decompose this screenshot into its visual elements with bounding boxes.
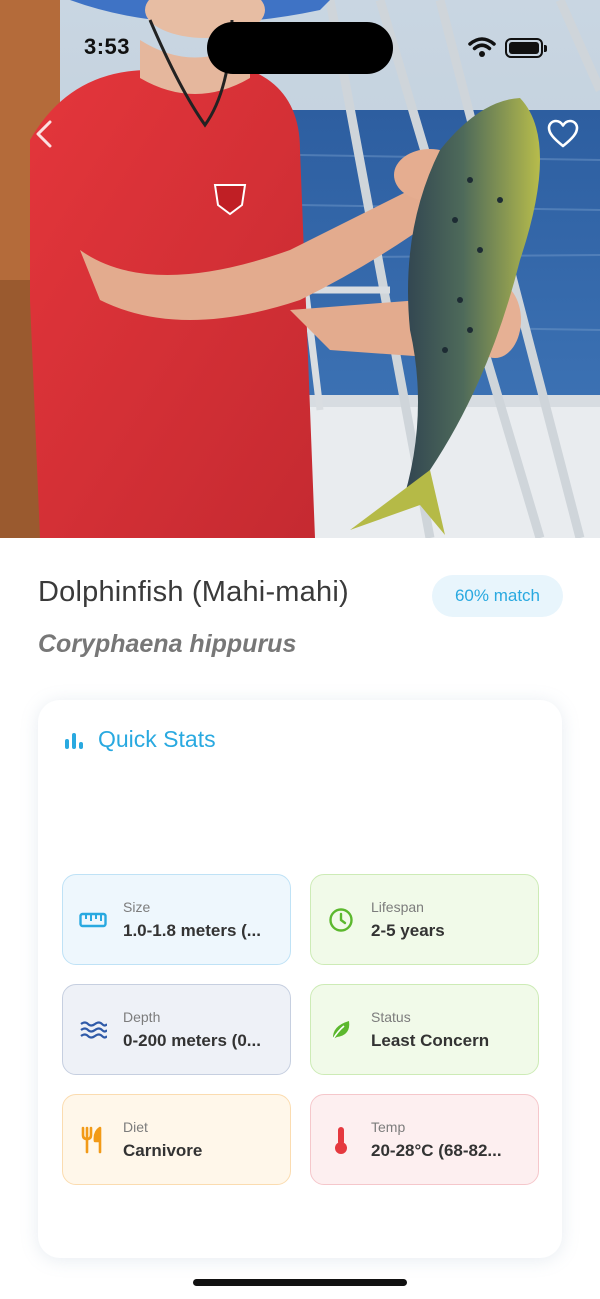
stat-value: Least Concern	[371, 1030, 490, 1050]
battery-icon	[505, 38, 547, 58]
ruler-icon	[79, 912, 107, 927]
photo-illustration	[0, 0, 600, 538]
leaf-icon	[332, 1020, 350, 1039]
species-common-name: Dolphinfish (Mahi-mahi)	[38, 576, 349, 608]
home-indicator	[193, 1279, 407, 1286]
stat-label: Status	[371, 1008, 411, 1025]
stat-label: Diet	[123, 1118, 148, 1135]
thermometer-icon	[335, 1126, 347, 1154]
stat-value: 2-5 years	[371, 920, 445, 940]
waves-icon	[80, 1020, 107, 1039]
quick-stats-title: Quick Stats	[98, 726, 216, 752]
utensils-icon	[81, 1126, 102, 1153]
stat-value: Carnivore	[123, 1140, 203, 1160]
match-badge: 60% match	[432, 575, 563, 617]
species-scientific-name: Coryphaena hippurus	[38, 630, 297, 658]
bar-chart-icon	[65, 732, 83, 749]
wifi-icon	[468, 37, 496, 57]
stat-depth[interactable]: Depth 0-200 meters (0...	[62, 984, 291, 1075]
stat-label: Size	[123, 898, 151, 915]
status-time: 3:53	[84, 34, 131, 59]
quick-stats-header: Quick Stats	[64, 726, 216, 753]
stat-temp[interactable]: Temp 20-28°C (68-82...	[310, 1094, 539, 1185]
species-photo: 3:53	[0, 0, 600, 538]
stat-status[interactable]: Status Least Concern	[310, 984, 539, 1075]
stat-label: Temp	[371, 1118, 406, 1135]
back-button[interactable]	[24, 112, 64, 156]
stat-diet[interactable]: Diet Carnivore	[62, 1094, 291, 1185]
stat-label: Depth	[123, 1008, 161, 1025]
stat-label: Lifespan	[371, 898, 424, 915]
stat-value: 0-200 meters (0...	[123, 1030, 261, 1050]
dynamic-island	[207, 22, 393, 74]
heart-icon	[547, 119, 579, 148]
stat-value: 20-28°C (68-82...	[371, 1140, 502, 1160]
stat-size[interactable]: Size 1.0-1.8 meters (...	[62, 874, 291, 965]
stat-value: 1.0-1.8 meters (...	[123, 920, 261, 940]
stat-lifespan[interactable]: Lifespan 2-5 years	[310, 874, 539, 965]
clock-icon	[329, 907, 353, 932]
quick-stats-card: Quick Stats Size 1.0-1.8 meters (... Lif…	[38, 700, 562, 1258]
favorite-button[interactable]	[540, 112, 586, 156]
chevron-left-icon	[36, 120, 52, 148]
